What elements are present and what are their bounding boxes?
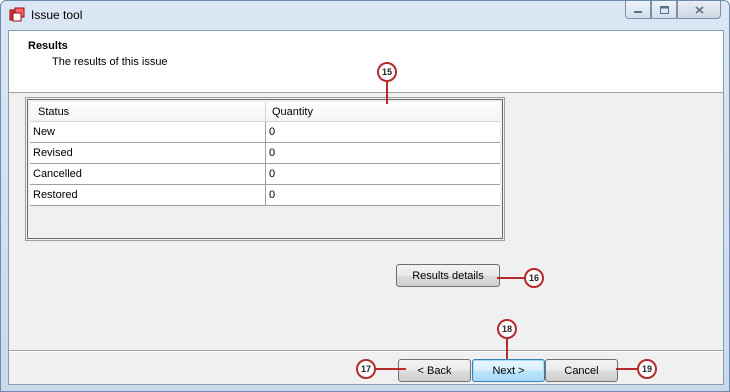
wizard-client-area: Results The results of this issue Status… xyxy=(8,30,724,385)
callout-17-leader xyxy=(376,368,406,370)
minimize-button[interactable] xyxy=(625,1,651,19)
footer-divider xyxy=(9,350,723,352)
quantity-cell[interactable]: 0 xyxy=(266,185,500,205)
status-cell[interactable]: Cancelled xyxy=(30,164,266,184)
app-icon xyxy=(9,7,25,22)
page-title: Results xyxy=(28,40,68,52)
callout-16: 16 xyxy=(524,268,544,288)
callout-16-leader xyxy=(497,277,525,279)
callout-19-leader xyxy=(616,368,638,370)
window-title: Issue tool xyxy=(31,8,83,22)
next-button[interactable]: Next > xyxy=(472,359,545,382)
callout-19: 19 xyxy=(637,359,657,379)
page-subtitle: The results of this issue xyxy=(52,56,168,68)
close-icon xyxy=(694,5,704,14)
column-header-quantity[interactable]: Quantity xyxy=(266,102,500,121)
table-row[interactable]: Revised 0 xyxy=(30,143,500,164)
maximize-icon xyxy=(659,5,669,14)
cancel-button[interactable]: Cancel xyxy=(545,359,618,382)
title-bar[interactable]: Issue tool xyxy=(1,1,729,29)
column-header-status[interactable]: Status xyxy=(30,102,266,121)
quantity-cell[interactable]: 0 xyxy=(266,164,500,184)
results-details-button[interactable]: Results details xyxy=(396,264,500,287)
grid-header-row: Status Quantity xyxy=(30,102,500,122)
window-controls xyxy=(625,1,721,20)
callout-17: 17 xyxy=(356,359,376,379)
table-row[interactable]: Restored 0 xyxy=(30,185,500,206)
minimize-icon xyxy=(634,10,642,13)
callout-18-leader xyxy=(506,337,508,359)
table-row[interactable]: Cancelled 0 xyxy=(30,164,500,185)
wizard-header: Results The results of this issue xyxy=(9,31,723,93)
back-button[interactable]: < Back xyxy=(398,359,471,382)
results-grid[interactable]: Status Quantity New 0 Revised 0 Cancelle… xyxy=(25,97,505,241)
close-button[interactable] xyxy=(677,1,721,19)
issue-tool-window: Issue tool Results The results of this i… xyxy=(0,0,730,392)
quantity-cell[interactable]: 0 xyxy=(266,122,500,142)
callout-15: 15 xyxy=(377,62,397,82)
status-cell[interactable]: Revised xyxy=(30,143,266,163)
status-cell[interactable]: Restored xyxy=(30,185,266,205)
quantity-cell[interactable]: 0 xyxy=(266,143,500,163)
table-row[interactable]: New 0 xyxy=(30,122,500,143)
callout-15-leader xyxy=(386,82,388,104)
callout-18: 18 xyxy=(497,319,517,339)
status-cell[interactable]: New xyxy=(30,122,266,142)
maximize-button[interactable] xyxy=(651,1,677,19)
